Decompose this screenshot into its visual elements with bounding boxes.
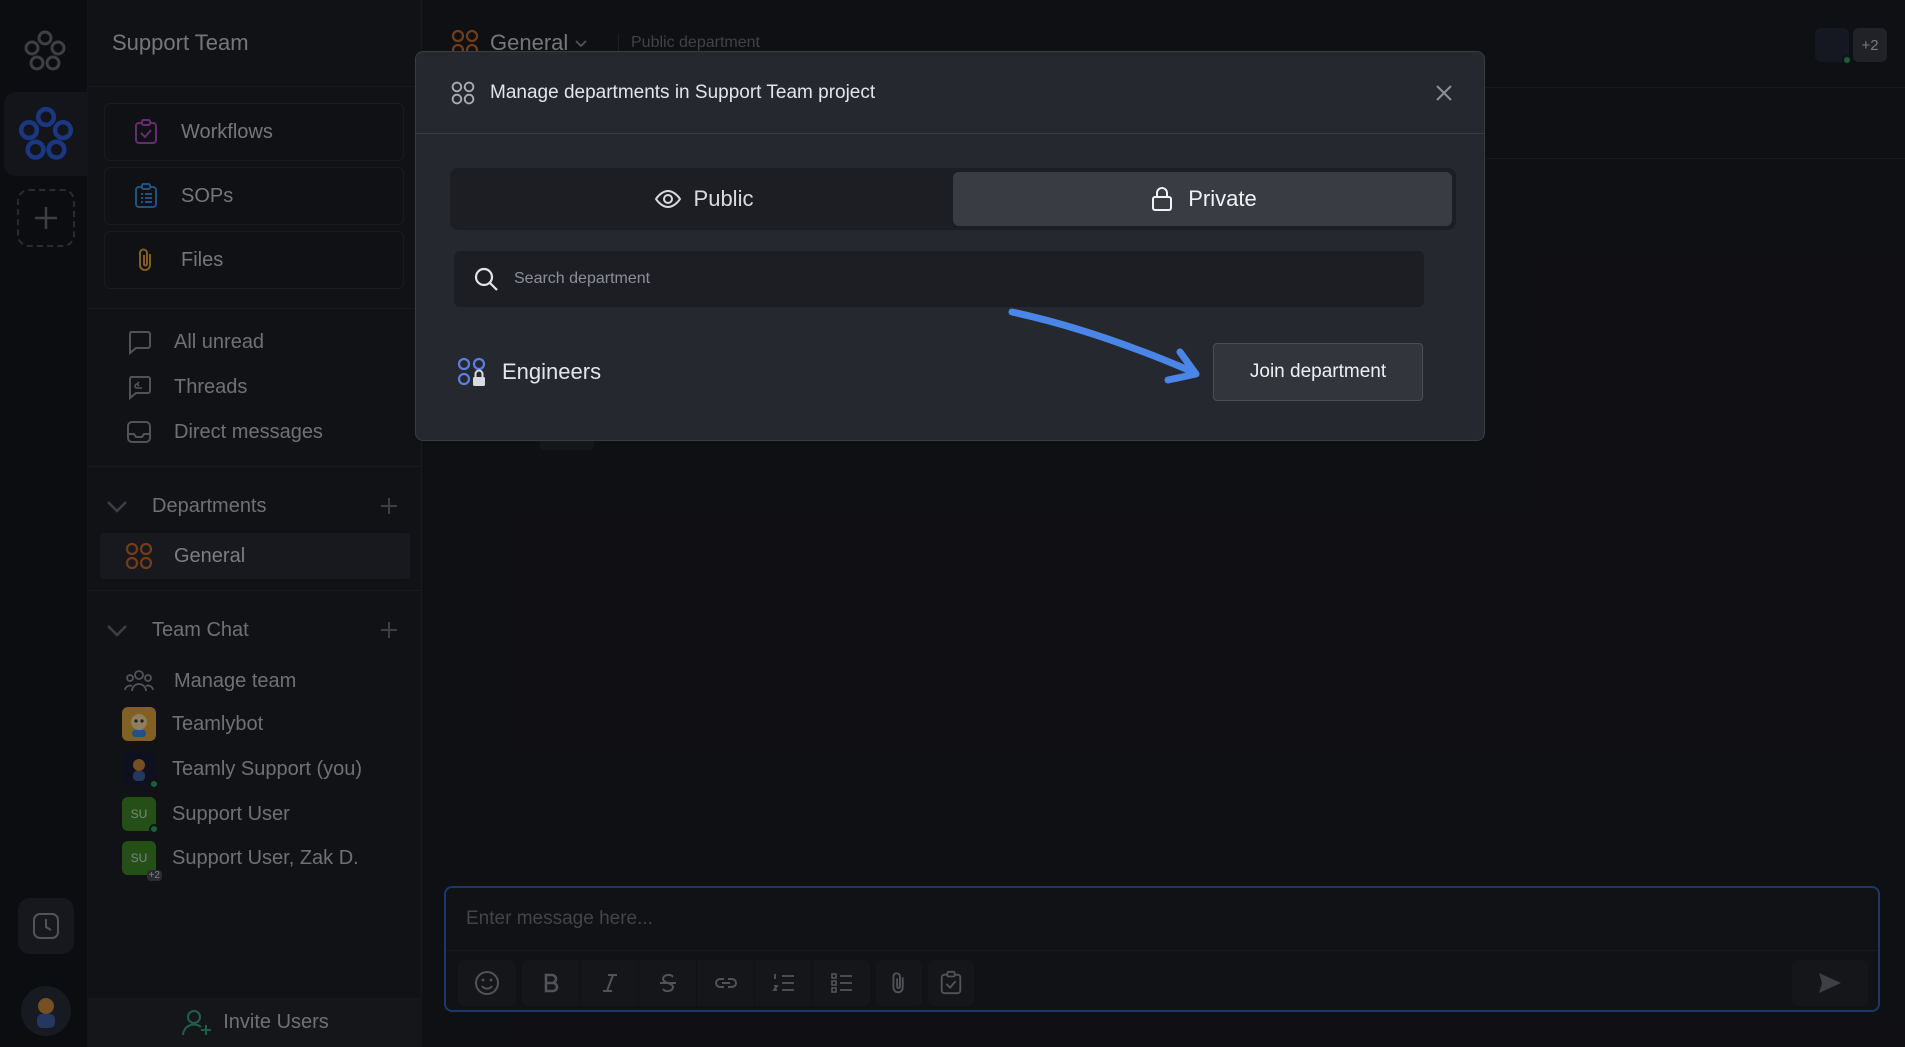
department-grid-icon	[451, 81, 475, 104]
join-department-button[interactable]: Join department	[1213, 343, 1423, 401]
department-name: Engineers	[502, 359, 602, 384]
modal-header: Manage departments in Support Team proje…	[416, 52, 1484, 134]
lock-icon	[1152, 187, 1173, 211]
department-row-engineers: Engineers	[456, 356, 601, 388]
tab-private[interactable]: Private	[953, 172, 1452, 226]
tab-label: Private	[1188, 186, 1257, 211]
eye-icon	[654, 189, 681, 209]
search-icon	[474, 267, 498, 291]
manage-departments-modal: Manage departments in Support Team proje…	[415, 51, 1485, 441]
modal-title: Manage departments in Support Team proje…	[490, 81, 876, 103]
tab-public[interactable]: Public	[454, 172, 953, 226]
private-department-icon	[457, 357, 486, 386]
close-modal-button[interactable]	[1430, 79, 1458, 107]
department-search	[454, 251, 1424, 307]
app-root: Support Team Workflows SOPs Files All un…	[0, 0, 1905, 1047]
close-icon	[1436, 85, 1452, 101]
search-input[interactable]	[514, 270, 1424, 288]
tab-label: Public	[693, 186, 754, 211]
visibility-toggle: Public Private	[450, 168, 1456, 230]
